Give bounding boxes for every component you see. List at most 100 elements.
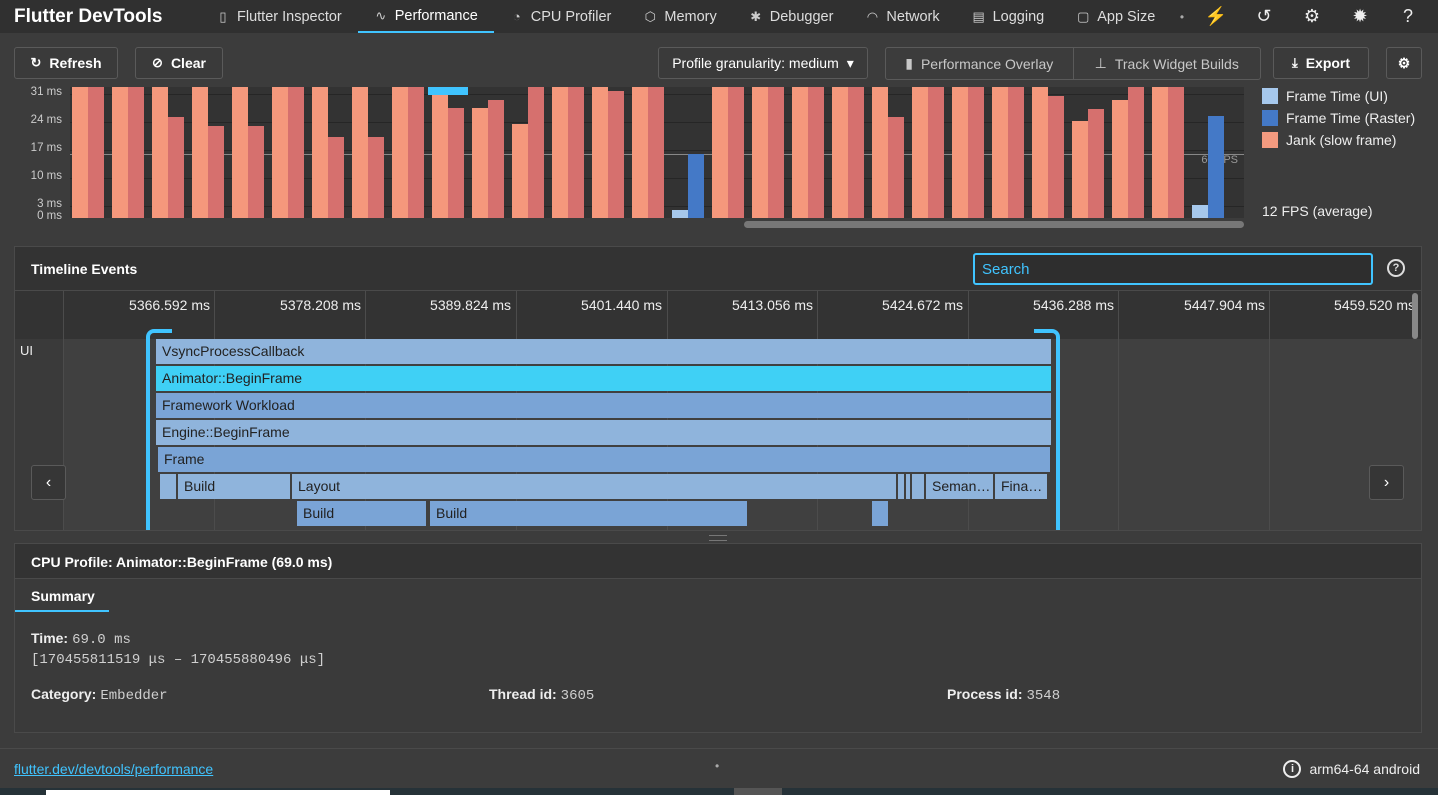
frame-bar-ui[interactable] [432, 87, 448, 218]
frame-bar-raster[interactable] [568, 87, 584, 218]
frame-bar-ui[interactable] [992, 87, 1008, 218]
timeline-vertical-scrollbar[interactable] [1412, 293, 1418, 339]
frame-bar-raster[interactable] [248, 126, 264, 218]
frame-bar-raster[interactable] [488, 100, 504, 218]
performance-overlay-button[interactable]: ▮ Performance Overlay [886, 48, 1073, 79]
frame-bar-raster[interactable] [168, 117, 184, 218]
event-framework-workload[interactable]: Framework Workload [156, 393, 1051, 418]
frame-bar-ui[interactable] [192, 87, 208, 218]
frame-bar-raster[interactable] [408, 87, 424, 218]
frame-bar-ui[interactable] [712, 87, 728, 218]
frame-bar-raster[interactable] [608, 91, 624, 218]
clear-button[interactable]: ⊘ Clear [135, 47, 223, 79]
frame-chart-scrollbar[interactable] [744, 221, 1244, 228]
frame-bar-ui[interactable] [1152, 87, 1168, 218]
frame-bar-ui[interactable] [872, 87, 888, 218]
frame-bar-ui[interactable] [832, 87, 848, 218]
frame-bar-ui[interactable] [952, 87, 968, 218]
frame-bar-ui[interactable] [312, 87, 328, 218]
frame-bars-plot[interactable]: 60 FPS [70, 87, 1244, 218]
frame-bar-raster[interactable] [1048, 96, 1064, 218]
frame-bar-raster[interactable] [768, 87, 784, 218]
next-frame-button[interactable]: › [1369, 465, 1404, 500]
frame-bar-raster[interactable] [1208, 116, 1224, 218]
event-small[interactable] [906, 474, 910, 499]
frame-bar-ui[interactable] [1112, 100, 1128, 218]
refresh-button[interactable]: ↻ Refresh [14, 47, 118, 79]
help-icon[interactable]: ? [1387, 259, 1405, 277]
tab-network[interactable]: ◠ Network [849, 0, 955, 33]
frame-bar-raster[interactable] [208, 126, 224, 218]
event-engine-begin-frame[interactable]: Engine::BeginFrame [156, 420, 1051, 445]
previous-frame-button[interactable]: ‹ [31, 465, 66, 500]
frame-bar-raster[interactable] [1008, 87, 1024, 218]
event-animator-begin-frame[interactable]: Animator::BeginFrame [156, 366, 1051, 391]
frame-bar-ui[interactable] [72, 87, 88, 218]
event-small[interactable] [898, 474, 904, 499]
bug-report-icon[interactable]: ✹ [1336, 6, 1384, 27]
device-info[interactable]: i arm64-64 android [1283, 760, 1420, 778]
frame-bar-ui[interactable] [792, 87, 808, 218]
frame-bar-raster[interactable] [1168, 87, 1184, 218]
frame-bar-raster[interactable] [528, 87, 544, 218]
timeline-search-input[interactable] [973, 253, 1373, 285]
docs-link[interactable]: flutter.dev/devtools/performance [14, 761, 213, 777]
tab-performance[interactable]: ∿ Performance [357, 0, 494, 33]
split-resize-handle[interactable] [709, 535, 727, 541]
tab-cpu-profiler[interactable]: ◔ CPU Profiler [494, 0, 628, 33]
frame-bar-ui[interactable] [1192, 205, 1208, 218]
frame-bar-raster[interactable] [1088, 109, 1104, 218]
tab-memory[interactable]: ⬡ Memory [627, 0, 732, 33]
frame-bar-ui[interactable] [272, 87, 288, 218]
help-icon[interactable]: ? [1384, 6, 1432, 27]
frame-bar-ui[interactable] [472, 108, 488, 218]
tab-flutter-inspector[interactable]: ▯ Flutter Inspector [200, 0, 358, 33]
event-build[interactable]: Build [430, 501, 747, 526]
frame-bar-raster[interactable] [328, 137, 344, 218]
frame-bar-ui[interactable] [352, 87, 368, 218]
frame-bar-raster[interactable] [848, 87, 864, 218]
frame-bar-raster[interactable] [728, 87, 744, 218]
event-build[interactable]: Build [297, 501, 426, 526]
frame-bar-raster[interactable] [1128, 87, 1144, 218]
hot-reload-icon[interactable]: ⚡ [1192, 6, 1240, 27]
frame-bar-ui[interactable] [392, 87, 408, 218]
event-layout[interactable]: Layout [292, 474, 896, 499]
frame-bar-ui[interactable] [672, 210, 688, 218]
export-button[interactable]: ⤓ Export [1273, 47, 1369, 79]
frame-bar-ui[interactable] [632, 87, 648, 218]
track-widget-builds-button[interactable]: ⊥ Track Widget Builds [1072, 48, 1261, 79]
tab-summary[interactable]: Summary [15, 580, 109, 612]
frame-bar-raster[interactable] [288, 87, 304, 218]
tab-app-size[interactable]: ▢ App Size [1060, 0, 1171, 33]
event-build[interactable]: Build [178, 474, 290, 499]
frame-bar-raster[interactable] [448, 108, 464, 218]
frame-bar-raster[interactable] [88, 87, 104, 218]
frame-bar-raster[interactable] [368, 137, 384, 218]
performance-settings-button[interactable]: ⚙ [1386, 47, 1422, 79]
frame-bar-ui[interactable] [232, 87, 248, 218]
frame-bar-ui[interactable] [1072, 121, 1088, 218]
frame-bar-raster[interactable] [648, 87, 664, 218]
frame-bar-raster[interactable] [888, 117, 904, 218]
frame-bar-ui[interactable] [552, 87, 568, 218]
frame-bar-ui[interactable] [912, 87, 928, 218]
frame-bar-ui[interactable] [152, 87, 168, 218]
settings-gear-icon[interactable]: ⚙ [1288, 6, 1336, 27]
hot-restart-icon[interactable]: ↺ [1240, 6, 1288, 27]
frame-bar-ui[interactable] [1032, 87, 1048, 218]
frame-bar-raster[interactable] [688, 154, 704, 218]
frame-bar-ui[interactable] [592, 87, 608, 218]
profile-granularity-dropdown[interactable]: Profile granularity: medium ▾ [658, 47, 868, 79]
frame-bar-raster[interactable] [968, 87, 984, 218]
frame-bar-raster[interactable] [808, 87, 824, 218]
tab-debugger[interactable]: ✱ Debugger [733, 0, 850, 33]
frame-bar-ui[interactable] [512, 124, 528, 218]
event-small[interactable] [872, 501, 888, 526]
event-small[interactable] [912, 474, 924, 499]
event-vsync-process-callback[interactable]: VsyncProcessCallback [156, 339, 1051, 364]
frame-bar-ui[interactable] [752, 87, 768, 218]
tab-logging[interactable]: ▤ Logging [956, 0, 1061, 33]
frame-bar-raster[interactable] [928, 87, 944, 218]
frame-bar-ui[interactable] [112, 87, 128, 218]
